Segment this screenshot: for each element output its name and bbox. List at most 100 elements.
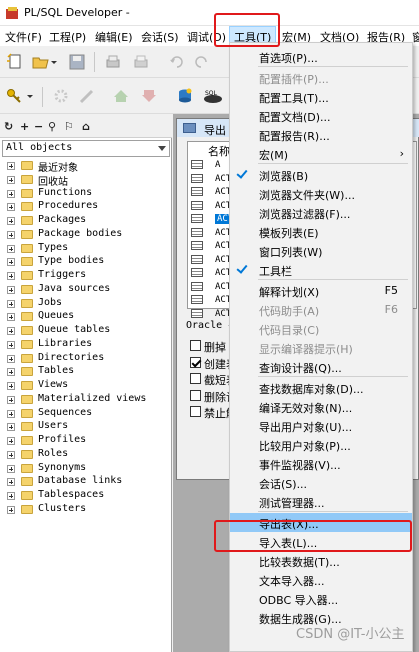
menu-item[interactable]: 浏览器文件夹(W)... [230, 184, 412, 203]
expand-icon[interactable] [7, 162, 15, 170]
tree-item[interactable]: Queues [0, 310, 172, 324]
expand-icon[interactable] [7, 285, 15, 294]
expand-icon[interactable] [7, 505, 15, 514]
menu-item[interactable]: 测试管理器... [230, 492, 412, 511]
menu-item[interactable]: 浏览器过滤器(F)... [230, 203, 412, 222]
expand-icon[interactable] [7, 368, 15, 377]
menu-edit[interactable]: 编辑(E) [95, 29, 133, 45]
open-folder-icon[interactable] [32, 53, 50, 71]
tree-item[interactable]: Procedures [0, 200, 172, 214]
menu-item[interactable]: 工具栏 [230, 260, 412, 279]
menu-window[interactable]: 窗 [412, 29, 419, 45]
expand-icon[interactable] [7, 450, 15, 459]
expand-icon[interactable] [7, 299, 15, 308]
expand-icon[interactable] [7, 464, 15, 473]
expand-icon[interactable] [7, 217, 15, 225]
find-icon[interactable]: ⚲ [48, 120, 56, 133]
tree-item[interactable]: Java sources [0, 283, 172, 297]
tree-item[interactable]: Database links [0, 475, 172, 489]
tree-item[interactable]: Tablespaces [0, 489, 172, 503]
tree-item[interactable]: Materialized views [0, 393, 172, 407]
debug-icon[interactable] [78, 87, 96, 105]
expand-icon[interactable] [7, 492, 15, 500]
tree-item[interactable]: Package bodies [0, 228, 172, 242]
option-checkbox[interactable] [190, 357, 201, 368]
tree-item[interactable]: Directories [0, 352, 172, 366]
menu-item[interactable]: 首选项(P)... [230, 47, 412, 66]
expand-icon[interactable] [7, 437, 15, 445]
sql-window-icon[interactable]: SQL [202, 87, 224, 105]
tree-item[interactable]: Functions [0, 187, 172, 201]
tree-item[interactable]: Packages [0, 214, 172, 228]
expand-icon[interactable]: + [20, 120, 29, 133]
expand-icon[interactable] [7, 189, 15, 198]
expand-icon[interactable] [7, 354, 15, 363]
option-checkbox[interactable] [190, 373, 201, 384]
menu-item[interactable]: 比较用户对象(P)... [230, 435, 412, 454]
tree-item[interactable]: 回收站 [0, 173, 172, 188]
rollback-icon[interactable] [140, 87, 158, 105]
commit-icon[interactable] [112, 87, 130, 105]
expand-icon[interactable] [7, 409, 15, 418]
expand-icon[interactable] [7, 258, 15, 267]
menu-item[interactable]: 窗口列表(W) [230, 241, 412, 260]
tree-item[interactable]: Sequences [0, 407, 172, 421]
menu-item[interactable]: 配置报告(R)... [230, 125, 412, 144]
home-icon[interactable]: ⌂ [82, 120, 90, 133]
save-icon[interactable] [68, 53, 86, 71]
expand-icon[interactable] [7, 244, 15, 253]
expand-icon[interactable] [7, 395, 15, 404]
tree-item[interactable]: Libraries [0, 338, 172, 352]
print-icon[interactable] [104, 53, 122, 71]
tree-item[interactable]: Jobs [0, 297, 172, 311]
tree-item[interactable]: Triggers [0, 269, 172, 283]
tree-item[interactable]: Clusters [0, 503, 172, 517]
menu-item[interactable]: 编译无效对象(N)... [230, 397, 412, 416]
refresh-icon[interactable]: ↻ [4, 120, 13, 133]
option-checkbox[interactable] [190, 340, 201, 351]
menu-item[interactable]: 配置文档(D)... [230, 106, 412, 125]
expand-icon[interactable] [7, 382, 15, 390]
expand-icon[interactable] [7, 230, 15, 239]
redo-icon[interactable] [192, 53, 210, 71]
menu-session[interactable]: 会话(S) [141, 29, 179, 45]
tree-item[interactable]: Roles [0, 448, 172, 462]
menu-item[interactable]: 事件监视器(V)... [230, 454, 412, 473]
menu-item[interactable]: 比较表数据(T)... [230, 551, 412, 570]
menu-item[interactable]: 浏览器(B) [230, 165, 412, 184]
expand-icon[interactable] [7, 340, 15, 349]
gear-icon[interactable] [52, 87, 70, 105]
expand-icon[interactable] [7, 423, 15, 432]
menu-project[interactable]: 工程(P) [49, 29, 86, 45]
menu-item[interactable]: ODBC 导入器... [230, 589, 412, 608]
menu-item[interactable]: 文本导入器... [230, 570, 412, 589]
tree-item[interactable]: Views [0, 379, 172, 393]
tree-item[interactable]: Queue tables [0, 324, 172, 338]
expand-icon[interactable] [7, 313, 15, 322]
tree-item[interactable]: 最近对象 [0, 159, 172, 174]
collapse-icon[interactable]: − [34, 120, 43, 133]
chevron-down-icon[interactable] [50, 53, 58, 71]
tree-item[interactable]: Types [0, 242, 172, 256]
menu-item[interactable]: 模板列表(E) [230, 222, 412, 241]
tree-item[interactable]: Users [0, 420, 172, 434]
option-checkbox[interactable] [190, 390, 201, 401]
tree-item[interactable]: Profiles [0, 434, 172, 448]
menu-item[interactable]: 查找数据库对象(D)... [230, 378, 412, 397]
expand-icon[interactable] [7, 478, 15, 487]
menu-item[interactable]: 导出用户对象(U)... [230, 416, 412, 435]
tree-item[interactable]: Type bodies [0, 255, 172, 269]
option-checkbox[interactable] [190, 406, 201, 417]
undo-icon[interactable] [168, 53, 186, 71]
chevron-down-icon[interactable] [26, 87, 34, 105]
menu-item[interactable]: 会话(S)... [230, 473, 412, 492]
expand-icon[interactable] [7, 327, 15, 335]
filter-icon[interactable]: ⚐ [64, 120, 74, 133]
expand-icon[interactable] [7, 203, 15, 212]
key-icon[interactable] [6, 87, 24, 105]
tree-item[interactable]: Tables [0, 365, 172, 379]
print-preview-icon[interactable] [132, 53, 150, 71]
menu-item[interactable]: 查询设计器(Q)... [230, 357, 412, 376]
new-icon[interactable] [6, 53, 24, 71]
tree-item[interactable]: Synonyms [0, 462, 172, 476]
